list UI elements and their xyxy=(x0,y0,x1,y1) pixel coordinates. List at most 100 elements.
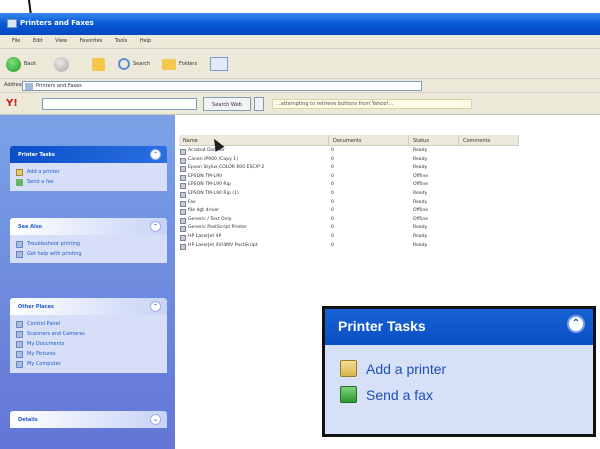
scanner-icon xyxy=(16,330,23,338)
search-label: Search xyxy=(133,61,151,67)
printer-documents: 0 xyxy=(331,225,334,231)
printer-documents: 0 xyxy=(331,216,334,222)
printer-icon xyxy=(180,234,186,241)
collapse-chevron-icon[interactable]: ⌃ xyxy=(567,315,585,333)
printer-icon xyxy=(180,183,186,190)
column-name-header[interactable]: Name xyxy=(179,135,329,146)
printer-name: Generic PostScript Printer xyxy=(188,225,247,231)
printer-row[interactable]: EPSON TM-L90 Rip (1) 0 Ready xyxy=(177,191,597,200)
printer-documents: 0 xyxy=(331,148,334,153)
other-place-item[interactable]: My Computer xyxy=(16,359,161,369)
send-fax-label: Send a fax xyxy=(27,179,54,185)
title-bar[interactable]: Printers and Faxes xyxy=(0,13,600,35)
printer-tasks-header[interactable]: Printer Tasks ⌃ xyxy=(10,146,167,163)
zoom-printer-tasks-body: Add a printer Send a fax xyxy=(325,345,593,434)
printer-documents: 0 xyxy=(331,156,334,162)
printing-help-link[interactable]: Get help with printing xyxy=(16,249,161,259)
printer-status: Offline xyxy=(413,173,429,179)
printer-status: Ready xyxy=(413,242,428,248)
up-folder-button[interactable] xyxy=(92,56,105,72)
add-printer-link[interactable]: Add a printer xyxy=(16,167,161,177)
zoom-send-fax-link[interactable]: Send a fax xyxy=(340,384,593,405)
menu-file[interactable]: File xyxy=(12,38,20,44)
back-button[interactable]: Back xyxy=(6,56,36,72)
printer-row[interactable]: HP LaserJet 4V/4MV PostScript 0 Ready xyxy=(177,243,597,252)
printer-row[interactable]: Fax 0 Ready xyxy=(177,200,597,209)
menu-tools[interactable]: Tools xyxy=(115,38,127,44)
printer-icon xyxy=(180,174,186,181)
other-places-header[interactable]: Other Places ⌃ xyxy=(10,298,167,315)
add-printer-icon xyxy=(340,360,357,377)
printer-icon xyxy=(180,243,186,250)
printer-name: HP LaserJet 4V/4MV PostScript xyxy=(188,242,258,248)
details-header[interactable]: Details ⌄ xyxy=(10,411,167,428)
other-places-panel: Other Places ⌃ Control Panel Scanners an… xyxy=(10,298,167,373)
printer-row[interactable]: Epson Stylus COLOR 600 ESC/P 2 0 Ready xyxy=(177,165,597,174)
zoom-printer-tasks-header[interactable]: Printer Tasks ⌃ xyxy=(325,309,593,345)
collapse-chevron-icon[interactable]: ⌃ xyxy=(150,301,161,312)
column-documents-header[interactable]: Documents xyxy=(329,135,409,146)
printer-row[interactable]: Generic PostScript Printer 0 Ready xyxy=(177,225,597,234)
menu-help[interactable]: Help xyxy=(140,38,151,44)
menu-bar: File Edit View Favorites Tools Help xyxy=(0,35,600,49)
printer-name: EPSON TM-L90 Rip xyxy=(188,182,231,188)
expand-chevron-icon[interactable]: ⌄ xyxy=(150,414,161,425)
printer-status: Ready xyxy=(413,156,428,162)
add-printer-label: Add a printer xyxy=(27,169,60,175)
forward-arrow-icon xyxy=(54,56,69,72)
collapse-chevron-icon[interactable]: ⌃ xyxy=(150,221,161,232)
other-place-item[interactable]: Scanners and Cameras xyxy=(16,329,161,339)
search-dropdown-button[interactable] xyxy=(254,97,264,111)
details-title: Details xyxy=(18,417,38,423)
views-icon xyxy=(210,57,228,71)
search-button[interactable]: Search xyxy=(118,56,150,72)
printer-row[interactable]: EPSON TM-L90 0 Offline xyxy=(177,174,597,183)
column-comments-header[interactable]: Comments xyxy=(459,135,519,146)
printer-status: Offline xyxy=(413,208,429,214)
collapse-chevron-icon[interactable]: ⌃ xyxy=(150,149,161,160)
printer-status: Offline xyxy=(413,182,429,188)
search-web-button[interactable]: Search Web xyxy=(203,97,251,111)
printer-status: Ready xyxy=(413,225,428,231)
printer-name: Canon iP900 (Copy 1) xyxy=(188,156,239,162)
printer-documents: 0 xyxy=(331,173,334,179)
menu-view[interactable]: View xyxy=(55,38,67,44)
printer-documents: 0 xyxy=(331,165,334,171)
address-bar: Address Printers and Faxes xyxy=(0,79,600,93)
menu-edit[interactable]: Edit xyxy=(33,38,43,44)
see-also-header[interactable]: See Also ⌃ xyxy=(10,218,167,235)
troubleshoot-printing-link[interactable]: Troubleshoot printing xyxy=(16,239,161,249)
printer-row[interactable]: Canon iP900 (Copy 1) 0 Ready xyxy=(177,157,597,166)
back-arrow-icon xyxy=(6,56,21,72)
printer-row[interactable]: Acrobat Distiller 0 Ready xyxy=(177,148,597,157)
forward-button[interactable] xyxy=(54,56,69,72)
column-status-header[interactable]: Status xyxy=(409,135,459,146)
send-fax-icon xyxy=(340,386,357,403)
other-place-label: My Pictures xyxy=(27,351,56,357)
see-also-panel: See Also ⌃ Troubleshoot printing Get hel… xyxy=(10,218,167,263)
yahoo-logo-icon[interactable]: Y! xyxy=(6,98,18,109)
zoom-add-printer-link[interactable]: Add a printer xyxy=(340,358,593,379)
views-button[interactable] xyxy=(210,56,228,72)
printer-row[interactable]: HP LaserJet 4P 0 Ready xyxy=(177,234,597,243)
printer-row[interactable]: EPSON TM-L90 Rip 0 Offline xyxy=(177,182,597,191)
printer-documents: 0 xyxy=(331,199,334,205)
documents-folder-icon xyxy=(16,340,23,348)
printer-folder-small-icon xyxy=(25,83,33,90)
menu-favorites[interactable]: Favorites xyxy=(80,38,103,44)
printer-row[interactable]: file dgt driver 0 Offline xyxy=(177,208,597,217)
see-also-body: Troubleshoot printing Get help with prin… xyxy=(10,235,167,263)
printer-name: HP LaserJet 4P xyxy=(188,233,222,239)
computer-icon xyxy=(16,360,23,368)
yahoo-search-input[interactable] xyxy=(42,98,197,110)
send-fax-link[interactable]: Send a fax xyxy=(16,177,161,187)
other-place-item[interactable]: My Documents xyxy=(16,339,161,349)
window-title: Printers and Faxes xyxy=(20,19,94,27)
other-place-item[interactable]: Control Panel xyxy=(16,319,161,329)
other-place-item[interactable]: My Pictures xyxy=(16,349,161,359)
folders-button[interactable]: Folders xyxy=(162,56,197,72)
address-field[interactable]: Printers and Faxes xyxy=(22,81,422,91)
printer-folder-icon xyxy=(7,19,17,28)
printer-name: EPSON TM-L90 Rip (1) xyxy=(188,190,239,196)
see-also-title: See Also xyxy=(18,224,43,230)
